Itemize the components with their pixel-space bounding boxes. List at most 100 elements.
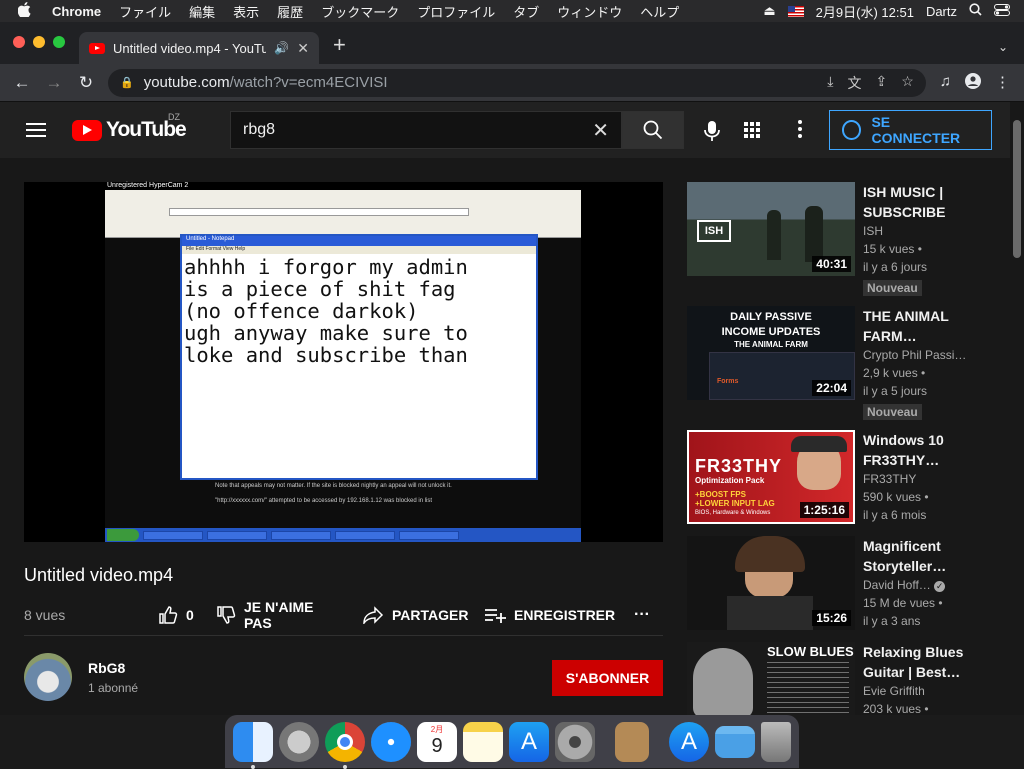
tab-search-chevron-icon[interactable]: ⌄ — [998, 40, 1024, 64]
search-button[interactable] — [622, 111, 684, 149]
menubar-datetime[interactable]: 2月9日(水) 12:51 — [816, 2, 914, 21]
menu-app-name[interactable]: Chrome — [43, 4, 110, 19]
new-badge: Nouveau — [863, 404, 922, 420]
rec-channel[interactable]: David Hoff… ✓ — [863, 578, 973, 592]
appstore-icon[interactable]: A — [509, 721, 549, 762]
install-app-icon[interactable]: ⤓ — [827, 73, 833, 93]
subscribe-button[interactable]: S'ABONNER — [552, 660, 663, 696]
lock-icon[interactable]: 🔒 — [120, 76, 134, 89]
menubar-user[interactable]: Dartz — [926, 4, 957, 19]
search-input[interactable]: rbg8 ✕ — [230, 111, 622, 149]
scrollbar-thumb[interactable] — [1013, 120, 1021, 258]
frame-notepad-window: Untitled - Notepad File Edit Format View… — [180, 234, 538, 480]
browser-tab[interactable]: Untitled video.mp4 - YouTube 🔊 ✕ — [79, 32, 319, 64]
menu-edit[interactable]: 編集 — [180, 2, 224, 21]
rec-channel[interactable]: Crypto Phil Passi… — [863, 348, 973, 362]
bookmark-star-icon[interactable]: ☆ — [901, 73, 914, 93]
menu-tab[interactable]: タブ — [504, 2, 548, 21]
microphone-icon[interactable] — [702, 120, 722, 142]
video-thumbnail[interactable]: DAILY PASSIVE INCOME UPDATES THE ANIMAL … — [687, 306, 855, 400]
reload-button[interactable]: ↻ — [72, 69, 100, 97]
list-item[interactable]: ISH 40:31 ISH MUSIC | SUBSCRIBE ISH 15 k… — [687, 182, 987, 296]
rec-title[interactable]: Relaxing Blues Guitar | Best… — [863, 642, 983, 682]
rec-title[interactable]: Windows 10 FR33THY… — [863, 430, 983, 470]
us-flag-icon[interactable] — [787, 5, 804, 17]
system-preferences-icon[interactable] — [555, 721, 595, 762]
archive-icon[interactable] — [615, 721, 649, 762]
video-thumbnail[interactable]: SLOW BLUES — [687, 642, 855, 715]
zoom-window-button[interactable] — [53, 36, 65, 48]
thumb-label: Forms — [717, 378, 739, 385]
rec-title[interactable]: THE ANIMAL FARM… — [863, 306, 983, 346]
finder-icon[interactable] — [233, 721, 273, 769]
list-item[interactable]: SLOW BLUES Relaxing Blues Guitar | Best…… — [687, 642, 987, 715]
menu-file[interactable]: ファイル — [110, 2, 180, 21]
chrome-icon[interactable] — [325, 721, 365, 769]
minimize-window-button[interactable] — [33, 36, 45, 48]
tab-close-icon[interactable]: ✕ — [297, 40, 309, 57]
rec-channel[interactable]: Evie Griffith — [863, 684, 973, 698]
youtube-logo[interactable]: YouTube DZ — [72, 112, 187, 142]
share-icon[interactable]: ⇪ — [875, 73, 887, 93]
safari-icon[interactable] — [371, 721, 411, 762]
rec-title[interactable]: ISH MUSIC | SUBSCRIBE — [863, 182, 983, 222]
page-scrollbar[interactable] — [1010, 102, 1024, 715]
spotlight-search-icon[interactable] — [969, 3, 982, 19]
apple-menu-icon[interactable] — [0, 1, 43, 21]
rec-channel[interactable]: ISH — [863, 224, 973, 238]
channel-avatar[interactable] — [24, 653, 72, 701]
save-button[interactable]: ENREGISTRER — [484, 607, 615, 623]
rec-views: 15 M de vues • — [863, 596, 943, 610]
rec-title[interactable]: Magnificent Storyteller… — [863, 536, 983, 576]
folder-icon[interactable] — [715, 725, 755, 758]
menu-history[interactable]: 履歴 — [268, 2, 312, 21]
control-center-icon[interactable] — [994, 3, 1010, 19]
address-bar[interactable]: 🔒 youtube.com/watch?v=ecm4ECIVISI ⤓ 文 ⇪ … — [108, 68, 926, 97]
notes-icon[interactable] — [463, 721, 503, 762]
video-thumbnail[interactable]: ISH 40:31 — [687, 182, 855, 276]
video-thumbnail[interactable]: FR33THY Optimization Pack +BOOST FPS +LO… — [687, 430, 855, 524]
list-item[interactable]: FR33THY Optimization Pack +BOOST FPS +LO… — [687, 430, 987, 530]
forward-button[interactable]: → — [40, 69, 68, 97]
menu-view[interactable]: 表示 — [224, 2, 268, 21]
video-thumbnail[interactable]: 15:26 — [687, 536, 855, 630]
dislike-button[interactable]: JE N'AIME PAS — [216, 599, 324, 631]
eject-icon[interactable]: ⏏ — [763, 3, 775, 19]
more-actions-button[interactable]: ··· — [634, 606, 650, 624]
back-button[interactable]: ← — [8, 69, 36, 97]
new-tab-button[interactable]: + — [319, 32, 346, 64]
hamburger-menu-icon[interactable] — [26, 119, 46, 141]
share-label: PARTAGER — [392, 607, 469, 623]
launchpad-icon[interactable] — [279, 721, 319, 762]
share-button[interactable]: PARTAGER — [362, 606, 468, 624]
video-player[interactable]: Unregistered HyperCam 2 Note that appeal… — [24, 182, 663, 542]
trash-icon[interactable] — [761, 721, 791, 762]
rec-views: 15 k vues • — [863, 242, 922, 256]
list-item[interactable]: DAILY PASSIVE INCOME UPDATES THE ANIMAL … — [687, 306, 987, 420]
chrome-toolbar: ← → ↻ 🔒 youtube.com/watch?v=ecm4ECIVISI … — [0, 64, 1024, 102]
close-window-button[interactable] — [13, 36, 25, 48]
channel-name[interactable]: RbG8 — [88, 660, 125, 676]
translate-icon[interactable]: 文 — [847, 73, 861, 93]
sign-in-button[interactable]: SE CONNECTER — [829, 110, 992, 150]
clear-search-icon[interactable]: ✕ — [592, 118, 609, 143]
appstore-downloads-icon[interactable]: A — [669, 721, 709, 762]
calendar-icon[interactable]: 2月 9 — [417, 721, 457, 762]
menu-help[interactable]: ヘルプ — [631, 2, 688, 21]
like-button[interactable]: 0 — [158, 605, 194, 625]
address-url[interactable]: youtube.com/watch?v=ecm4ECIVISI — [144, 74, 388, 91]
settings-more-icon[interactable] — [798, 120, 802, 138]
list-item[interactable]: 15:26 Magnificent Storyteller… David Hof… — [687, 536, 987, 636]
profile-avatar-icon[interactable] — [965, 72, 981, 93]
rec-channel[interactable]: FR33THY — [863, 472, 973, 486]
menu-window[interactable]: ウィンドウ — [548, 2, 631, 21]
notepad-title: Untitled - Notepad — [182, 236, 536, 246]
chrome-menu-icon[interactable]: ⋮ — [995, 73, 1010, 93]
tab-audio-icon[interactable]: 🔊 — [274, 41, 289, 55]
menu-bookmarks[interactable]: ブックマーク — [312, 2, 408, 21]
media-controls-icon[interactable]: ♫ — [940, 73, 951, 93]
thumb-title: DAILY PASSIVE INCOME UPDATES — [721, 311, 821, 338]
youtube-apps-icon[interactable] — [744, 122, 760, 138]
video-title: Untitled video.mp4 — [24, 565, 174, 585]
menu-profiles[interactable]: プロファイル — [408, 2, 504, 21]
